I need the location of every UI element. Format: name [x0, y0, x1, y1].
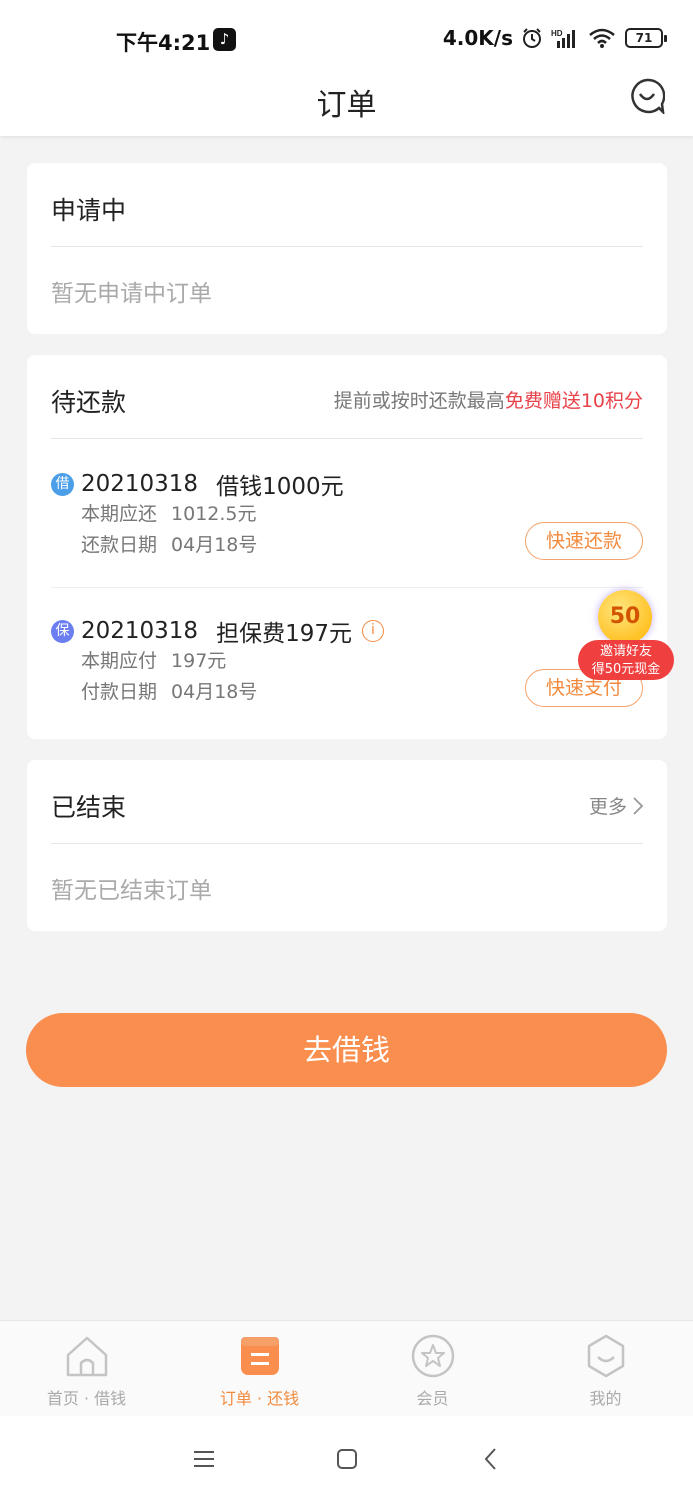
star-icon [411, 1334, 455, 1378]
pending-title: 待还款 [51, 388, 127, 417]
info-icon[interactable]: i [361, 620, 384, 642]
battery-icon: 71 [625, 28, 667, 48]
applying-card: 申请中 暂无申请中订单 [27, 163, 667, 334]
quick-repay-button[interactable]: 快速还款 [525, 522, 643, 560]
invite-friends-badge[interactable]: 50 邀请好友 得50元现金 [578, 590, 678, 685]
back-icon[interactable] [476, 1444, 506, 1474]
order-icon [241, 1337, 279, 1375]
finished-card-header: 已结束 更多 [51, 760, 643, 844]
page-header: 订单 [0, 70, 693, 136]
pending-card-header: 待还款 提前或按时还款最高免费赠送10积分 [51, 355, 643, 439]
alarm-icon [523, 28, 541, 48]
coin-icon: 50 [598, 590, 652, 644]
chevron-right-icon [633, 796, 643, 815]
loan-tag-icon: 借 [51, 472, 74, 496]
order-id: 20210318 [81, 618, 199, 644]
tab-home-label: 首页 · 借钱 [46, 1389, 127, 1408]
tiktok-notification-icon: ♪ [213, 28, 236, 51]
tab-member-label: 会员 [416, 1389, 449, 1408]
status-time: 下午4:21 [116, 31, 211, 55]
order-amount: 借钱1000元 [216, 474, 344, 500]
order-divider [51, 587, 643, 588]
borrow-button[interactable]: 去借钱 [26, 1013, 667, 1087]
home-square-icon[interactable] [332, 1444, 362, 1474]
applying-card-header: 申请中 [51, 163, 643, 247]
net-speed: 4.0K/s [442, 26, 513, 50]
finished-card: 已结束 更多 暂无已结束订单 [27, 760, 667, 931]
status-right: 4.0K/s HD 71 [442, 26, 667, 50]
status-bar: 下午4:21 ♪ 4.0K/s HD 71 [0, 0, 693, 70]
hd-label: HD [551, 29, 563, 38]
invite-label: 邀请好友 得50元现金 [578, 640, 674, 680]
menu-icon[interactable] [189, 1444, 219, 1474]
order-amount: 担保费197元 [216, 621, 352, 647]
tab-member[interactable]: 会员 [346, 1321, 519, 1417]
home-icon [66, 1336, 108, 1377]
pending-note-highlight: 免费赠送10积分 [504, 390, 643, 412]
applying-empty-text: 暂无申请中订单 [51, 281, 212, 307]
tab-mine-label: 我的 [589, 1389, 622, 1408]
page-title: 订单 [316, 88, 377, 123]
signal-icon: HD [551, 29, 575, 48]
pending-card: 待还款 提前或按时还款最高免费赠送10积分 借 20210318 借钱1000元… [27, 355, 667, 739]
pending-note: 提前或按时还款最高免费赠送10积分 [334, 386, 643, 413]
customer-service-icon[interactable] [629, 78, 665, 114]
order-item[interactable]: 保 20210318 担保费197元 i 本期应付 197元 付款日期 04月18号… [51, 616, 643, 711]
applying-title: 申请中 [51, 196, 127, 225]
tab-home[interactable]: 首页 · 借钱 [0, 1321, 173, 1417]
guarantee-tag-icon: 保 [51, 619, 74, 643]
tab-orders[interactable]: 订单 · 还钱 [173, 1321, 346, 1417]
tab-bar: 首页 · 借钱 订单 · 还钱 会员 我的 [0, 1320, 693, 1416]
system-nav-bar [0, 1416, 693, 1500]
tab-orders-label: 订单 · 还钱 [219, 1389, 300, 1408]
order-id: 20210318 [81, 471, 199, 497]
more-link[interactable]: 更多 [589, 792, 643, 819]
wifi-icon [589, 28, 615, 48]
face-icon [587, 1334, 625, 1378]
finished-title: 已结束 [51, 793, 127, 822]
finished-empty-text: 暂无已结束订单 [51, 878, 212, 904]
order-item[interactable]: 借 20210318 借钱1000元 本期应还 1012.5元 还款日期 04月18… [51, 469, 643, 564]
tab-mine[interactable]: 我的 [519, 1321, 692, 1417]
pending-note-prefix: 提前或按时还款最高 [333, 390, 505, 412]
